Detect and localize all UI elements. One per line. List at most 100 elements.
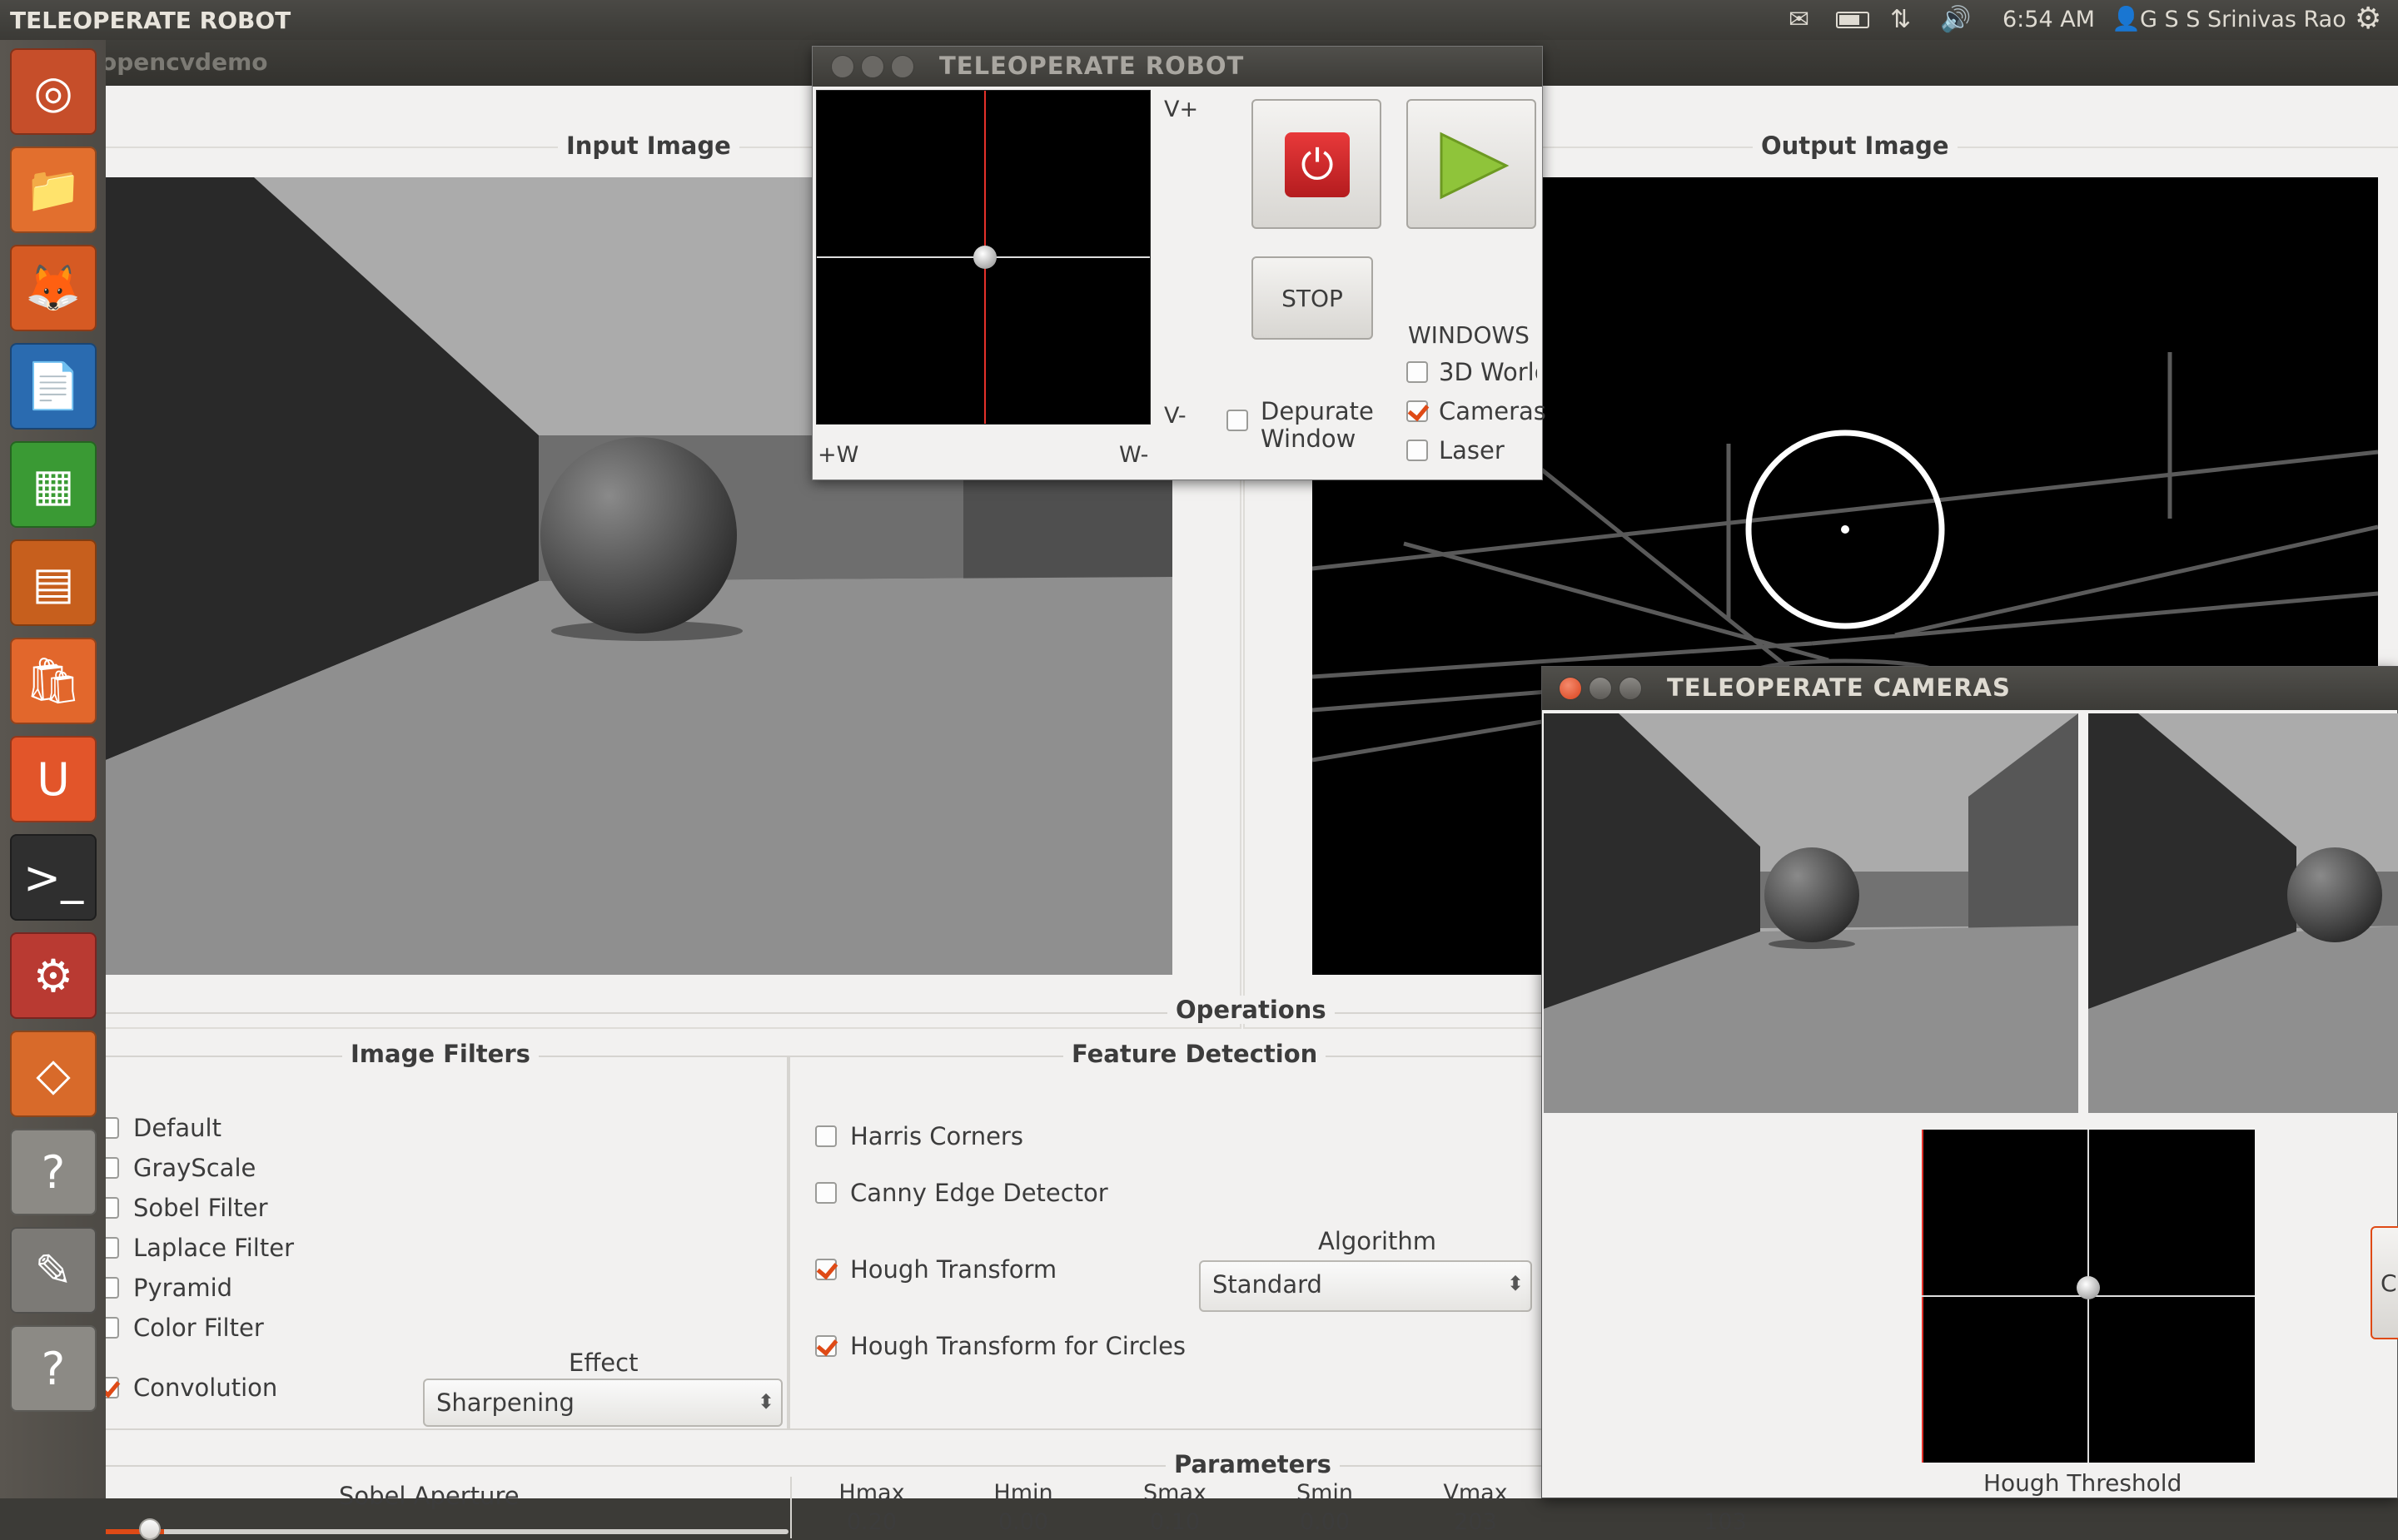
play-icon [1440,132,1510,200]
firefox-icon[interactable]: 🦊 [10,245,97,331]
hough-transform-checkbox[interactable] [815,1259,837,1280]
v-plus-label: V+ [1164,97,1199,122]
minimize-icon[interactable] [861,55,884,78]
help-icon[interactable]: ? [10,1129,97,1215]
smax-value: 0.10 [1149,1509,1201,1535]
teleop-robot-titlebar: TELEOPERATE ROBOT [813,47,1542,87]
battery-icon[interactable] [1836,12,1869,28]
maximize-icon[interactable] [1619,677,1642,700]
power-icon: ⏻ [1285,132,1350,197]
laser-checkbox[interactable] [1406,440,1428,461]
ubuntu-one-icon[interactable]: U [10,736,97,822]
impress-icon[interactable]: ▤ [10,539,97,626]
canny-edge-checkbox[interactable] [815,1182,837,1204]
text-editor-icon[interactable]: ✎ [10,1227,97,1314]
3d-world-label: 3D World [1439,358,1537,386]
hough-circles-label: Hough Transform for Circles [850,1332,1187,1360]
depurate-window-label: Depurate Window [1261,397,1374,453]
teleoperate-robot-window: TELEOPERATE ROBOT V+ V- +W W- ⏻ STOP WIN… [812,46,1546,480]
network-icon[interactable]: ⇅ [1890,5,1911,34]
hmax-label: Hmax [838,1480,905,1506]
harris-corners-checkbox[interactable] [815,1125,837,1147]
teleop-robot-title: TELEOPERATE ROBOT [939,52,1245,80]
image-filters-label: Image Filters [342,1040,539,1068]
minimize-icon[interactable] [1589,677,1612,700]
feature-detection-label: Feature Detection [1063,1040,1326,1068]
right-camera-view [2088,713,2398,1113]
pyramid-label: Pyramid [133,1274,233,1302]
output-image-label: Output Image [1753,132,1958,160]
operations-label: Operations [1167,996,1335,1024]
help-icon-2[interactable]: ? [10,1325,97,1412]
color-filter-label: Color Filter [133,1314,264,1342]
joystick-knob[interactable] [973,246,997,269]
sobel-filter-label: Sobel Filter [133,1194,268,1222]
hmin-value: 0.00 [998,1509,1049,1535]
hough-circles-checkbox[interactable] [815,1335,837,1357]
sobel-aperture-track[interactable] [106,1529,789,1534]
depurate-window-checkbox[interactable] [1226,410,1248,431]
package-icon[interactable]: ◇ [10,1031,97,1117]
grayscale-label: GrayScale [133,1154,256,1182]
canny-edge-label: Canny Edge Detector [850,1179,1108,1207]
laser-label: Laser [1439,436,1505,464]
close-icon[interactable] [1559,677,1582,700]
w-plus-label: +W [818,442,859,468]
launcher: ◎ 📁 🦊 📄 ▦ ▤ 🛍 U >_ ⚙ ◇? ✎? [0,40,106,1498]
main-window-title: opencvdemo [101,48,268,76]
camera-pan-tilt-pad[interactable] [1922,1130,2255,1463]
volume-icon[interactable]: 🔊 [1940,5,1971,34]
teleoperate-cameras-window: TELEOPERATE CAMERAS C Hough Threshold [1541,666,2398,1498]
parameters-label: Parameters [1166,1450,1340,1478]
pad-knob[interactable] [2077,1276,2100,1299]
user-icon: 👤 [2112,5,2141,32]
power-button[interactable]: ⏻ [1251,99,1381,229]
hough-threshold-label: Hough Threshold [1983,1469,2182,1497]
algorithm-label: Algorithm [1318,1227,1437,1255]
stop-button[interactable]: STOP [1251,256,1373,340]
mail-icon[interactable]: ✉ [1789,5,1809,34]
input-image-label: Input Image [558,132,739,160]
ubuntu-dash-icon[interactable]: ◎ [10,48,97,135]
smin-label: Smin [1296,1480,1354,1506]
close-icon[interactable] [831,55,854,78]
software-center-icon[interactable]: 🛍 [10,638,97,724]
algorithm-select[interactable]: Standard [1199,1260,1532,1312]
smax-label: Smax [1143,1480,1206,1506]
top-panel: TELEOPERATE ROBOT ✉ ⇅ 🔊 6:54 AM 👤 G S S … [0,0,2398,40]
writer-icon[interactable]: 📄 [10,343,97,430]
w-minus-label: W- [1119,442,1149,468]
harris-corners-label: Harris Corners [850,1122,1023,1150]
teleop-cameras-titlebar: TELEOPERATE CAMERAS [1542,667,2398,710]
windows-label: WINDOWS [1408,321,1530,349]
3d-world-checkbox[interactable] [1406,361,1428,383]
sobel-aperture-label: Sobel Aperture [339,1482,520,1510]
vmax-label: Vmax [1443,1480,1508,1506]
param-divider [790,1477,792,1538]
left-camera-view [1544,713,2078,1113]
smin-value: 0.00 [1299,1509,1351,1535]
teleop-cameras-title: TELEOPERATE CAMERAS [1667,673,2011,702]
cameras-checkbox[interactable] [1406,400,1428,422]
hmin-label: Hmin [993,1480,1053,1506]
files-icon[interactable]: 📁 [10,147,97,233]
app-title: TELEOPERATE ROBOT [10,7,291,34]
sobel-aperture-slider[interactable] [139,1518,161,1540]
play-button[interactable] [1406,99,1536,229]
default-label: Default [133,1114,221,1142]
user-name[interactable]: G S S Srinivas Rao [2140,7,2346,32]
gear-icon[interactable]: ⚙ [2355,2,2381,36]
hough-transform-label: Hough Transform [850,1255,1057,1284]
v-minus-label: V- [1164,403,1187,429]
effect-select[interactable]: Sharpening [423,1379,783,1427]
system-settings-icon[interactable]: ⚙ [10,932,97,1019]
velocity-joystick-pad[interactable] [816,90,1151,425]
vmax-value: 203 [1454,1509,1497,1535]
terminal-icon[interactable]: >_ [10,834,97,921]
clock[interactable]: 6:54 AM [2002,7,2095,32]
convolution-label: Convolution [133,1374,278,1402]
laplace-filter-label: Laplace Filter [133,1234,294,1262]
calc-icon[interactable]: ▦ [10,441,97,528]
camera-side-button[interactable]: C [2371,1226,2398,1339]
maximize-icon[interactable] [891,55,914,78]
